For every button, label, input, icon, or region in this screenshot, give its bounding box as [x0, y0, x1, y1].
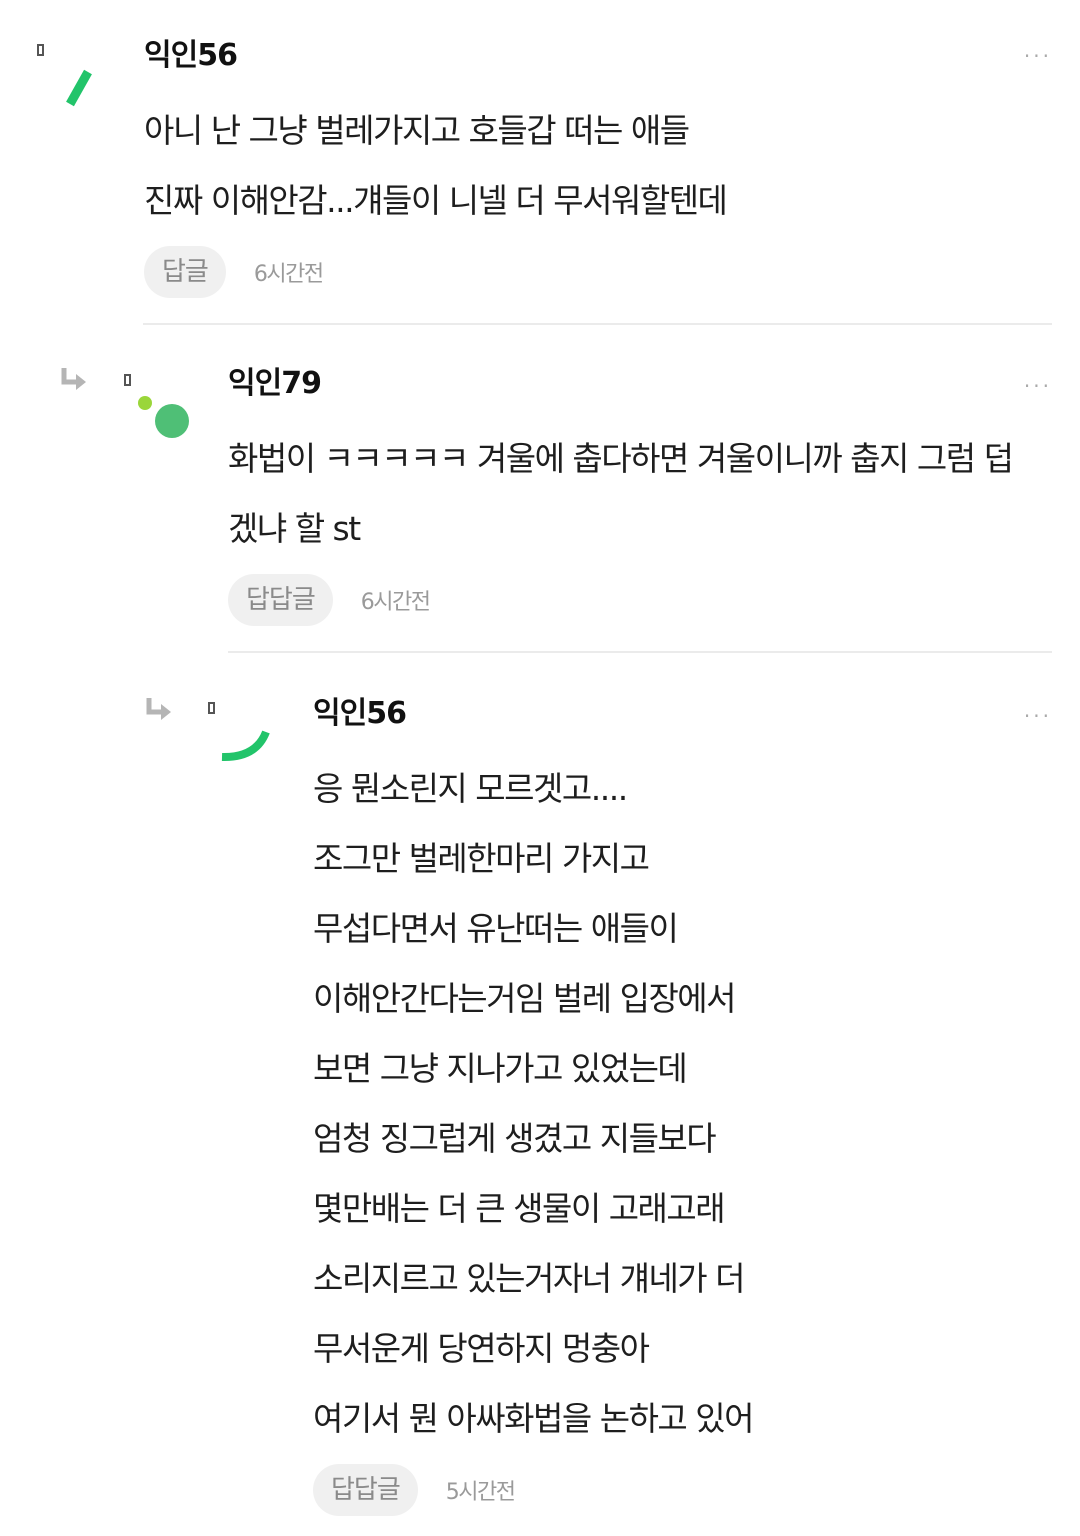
comment-body: 익인56 응 뭔소린지 모르겟고.... 조그만 벌레한마리 가지고 무섭다면서… [313, 694, 755, 1516]
author-name[interactable]: 익인56 [144, 36, 726, 76]
comment-line: 진짜 이해안감...걔들이 니넬 더 무서워할텐데 [144, 181, 728, 220]
comment-line: 몇만배는 더 큰 생물이 고래고래 [313, 1189, 726, 1228]
timestamp: 5시간전 [445, 1480, 516, 1505]
comment-2: ··· 익인79 화법이 ㅋㅋㅋㅋㅋ 겨울에 춥다하면 겨울이니까 춥지 그럼 … [0, 330, 1080, 660]
comment-line: 이해안간다는거임 벌레 입장에서 [313, 979, 737, 1018]
reply-arrow-icon [146, 698, 171, 720]
comment-line: 엄청 징그럽게 생겼고 지들보다 [313, 1119, 717, 1158]
comment-text: 응 뭔소린지 모르겟고.... 조그만 벌레한마리 가지고 무섭다면서 유난떠는… [313, 754, 755, 1454]
comment-3: ··· 익인56 응 뭔소린지 모르겟고.... 조그만 벌레한마리 가지고 무… [0, 660, 1080, 1536]
comment-line: 겠냐 할 st [228, 509, 361, 548]
comment-line: 소리지르고 있는거자너 걔네가 더 [313, 1259, 746, 1298]
comment-text: 화법이 ㅋㅋㅋㅋㅋ 겨울에 춥다하면 겨울이니까 춥지 그럼 덥 겠냐 할 st [228, 424, 1014, 564]
comment-text: 아니 난 그냥 벌레가지고 호들갑 떠는 애들 진짜 이해안감...걔들이 니넬… [144, 96, 728, 236]
avatar-icon[interactable] [216, 726, 276, 766]
comment-body: 익인56 아니 난 그냥 벌레가지고 호들갑 떠는 애들 진짜 이해안감...걔… [144, 36, 728, 298]
comment-line: 화법이 ㅋㅋㅋㅋㅋ 겨울에 춥다하면 겨울이니까 춥지 그럼 덥 [228, 439, 1014, 478]
comment-meta: 답답글 6시간전 [228, 574, 1012, 626]
more-options-button[interactable]: ··· [1024, 46, 1052, 66]
author-name[interactable]: 익인79 [228, 364, 1012, 404]
timestamp: 6시간전 [253, 262, 324, 287]
profile-badge-icon [37, 44, 44, 56]
comment-line: 보면 그냥 지나가고 있었는데 [313, 1049, 688, 1088]
divider [143, 323, 1052, 325]
avatar-icon[interactable] [60, 64, 100, 114]
more-options-button[interactable]: ··· [1024, 706, 1052, 726]
comment-meta: 답글 6시간전 [144, 246, 726, 298]
comment-line: 응 뭔소린지 모르겟고.... [313, 769, 628, 808]
author-name[interactable]: 익인56 [313, 694, 753, 734]
comment-1: ··· 익인56 아니 난 그냥 벌레가지고 호들갑 떠는 애들 진짜 이해안감… [0, 0, 1080, 330]
profile-badge-icon [124, 374, 131, 386]
comment-line: 무섭다면서 유난떠는 애들이 [313, 909, 679, 948]
avatar-icon[interactable] [134, 392, 194, 442]
reply-arrow-icon [61, 368, 86, 390]
comment-line: 조그만 벌레한마리 가지고 [313, 839, 650, 878]
divider [228, 651, 1052, 653]
reply-button[interactable]: 답답글 [313, 1464, 418, 1516]
timestamp: 6시간전 [360, 590, 431, 615]
profile-badge-icon [208, 702, 215, 714]
more-options-button[interactable]: ··· [1024, 376, 1052, 396]
reply-button[interactable]: 답답글 [228, 574, 333, 626]
comment-meta: 답답글 5시간전 [313, 1464, 753, 1516]
comment-line: 아니 난 그냥 벌레가지고 호들갑 떠는 애들 [144, 111, 690, 150]
comment-line: 여기서 뭔 아싸화법을 논하고 있어 [313, 1399, 755, 1438]
comment-body: 익인79 화법이 ㅋㅋㅋㅋㅋ 겨울에 춥다하면 겨울이니까 춥지 그럼 덥 겠냐… [228, 364, 1014, 626]
comment-line: 무서운게 당연하지 멍충아 [313, 1329, 650, 1368]
reply-button[interactable]: 답글 [144, 246, 226, 298]
